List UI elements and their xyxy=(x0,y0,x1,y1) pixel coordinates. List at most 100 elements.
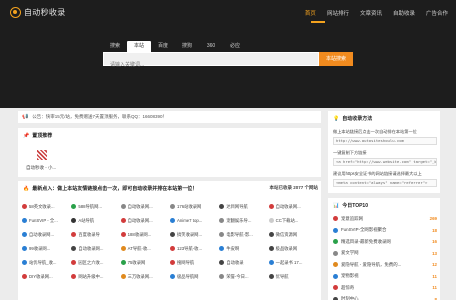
site-name: CC下载站... xyxy=(275,217,299,223)
site-name: FunSVIP - 全... xyxy=(29,217,58,223)
method-code-3[interactable]: <meta content="always" name="referrer"> xyxy=(333,179,437,187)
site-name: 75收录网 xyxy=(127,259,146,265)
site-list-item[interactable]: 园区之六收... xyxy=(71,257,120,268)
site-list-item[interactable]: 123导航-收... xyxy=(169,243,219,254)
site-favicon-icon xyxy=(333,262,338,268)
site-name: 三万收录网... xyxy=(127,273,153,279)
tab-baidu[interactable]: 百度 xyxy=(151,41,175,52)
site-name: 自动收录网... xyxy=(275,203,301,209)
site-list-item[interactable]: 百度收录导 xyxy=(71,229,120,240)
site-list-item[interactable]: 宠翻娱乐导... xyxy=(219,215,268,226)
top10-row[interactable]: 爱隐导航 - 爱隐导航，免费的... 12 xyxy=(333,259,437,271)
top10-row[interactable]: 精选目录-最新免费收录网 16 xyxy=(333,236,437,248)
site-grid: 58英文收录... 588导航网... 自动收录网... 176站收录网 达目网导航 自动… xyxy=(22,201,318,282)
notice-text: 公告：快审15元/站，免费赠送7天置顶服务，联系QQ：16608390！ xyxy=(32,114,168,119)
site-list-item[interactable]: 优导航 xyxy=(268,271,318,282)
site-list-item[interactable]: 自动收录网... xyxy=(120,215,170,226)
tab-360[interactable]: 360 xyxy=(199,41,223,52)
top10-site-name: FunSVIP-全网影视聚合 xyxy=(341,227,387,233)
method-code-1[interactable]: http://www.autositeshoulu.com xyxy=(333,137,437,145)
nav-home[interactable]: 首页 xyxy=(305,9,316,17)
method-step-2: 一键复制下方链接 xyxy=(333,150,367,155)
site-list-item[interactable]: 99收录网... xyxy=(22,243,71,254)
site-list-item[interactable]: 极品导航网 xyxy=(169,271,219,282)
site-name: 自动收录网... xyxy=(127,203,153,209)
method-code-2[interactable]: <a href="http://www.website.com" target=… xyxy=(333,158,437,166)
nav-ads[interactable]: 广告合作 xyxy=(426,9,448,17)
site-list-item[interactable]: 荣誉-今日... xyxy=(219,271,268,282)
site-favicon-icon xyxy=(71,218,77,223)
site-name: 百度收录导 xyxy=(78,231,100,237)
top10-row[interactable]: 爱文学网 13 xyxy=(333,248,437,260)
site-list-item[interactable]: 网站升级中... xyxy=(71,271,120,282)
search-input[interactable] xyxy=(104,59,318,71)
site-list-item[interactable]: 自动收录网... xyxy=(22,229,71,240)
site-name: 176站收录网 xyxy=(176,203,202,209)
nav-active-indicator xyxy=(311,21,325,23)
site-list-item[interactable]: 自动收录网... xyxy=(268,201,318,212)
site-list-item[interactable]: 搞笑收录网... xyxy=(169,229,219,240)
top10-row[interactable]: 宠物影视 11 xyxy=(333,271,437,283)
site-list-item[interactable]: 达目网导航 xyxy=(219,201,268,212)
site-favicon-icon xyxy=(169,246,175,251)
site-list-item[interactable]: CC下载站... xyxy=(268,215,318,226)
site-list-item[interactable]: 188收录网... xyxy=(120,229,170,240)
nav-submit[interactable]: 自助收录 xyxy=(393,9,415,17)
site-list-item[interactable]: 极品收录网 xyxy=(268,243,318,254)
site-list-item[interactable]: 三万收录网... xyxy=(120,271,170,282)
site-favicon-icon xyxy=(268,232,274,237)
site-favicon-icon xyxy=(120,260,126,265)
search-button[interactable]: 本站搜索 xyxy=(319,52,353,66)
site-name: 123导航-收... xyxy=(176,245,203,251)
site-favicon-icon xyxy=(219,232,225,237)
site-list-item[interactable]: 电影导航-影... xyxy=(219,229,268,240)
site-list-item[interactable]: 牛皮啊 xyxy=(219,243,268,254)
top10-row[interactable]: 时刻中心 8 xyxy=(333,294,437,300)
nav-articles[interactable]: 文章资讯 xyxy=(360,9,382,17)
site-list-item[interactable]: 588导航网... xyxy=(71,201,120,212)
pinned-site-thumbnail[interactable] xyxy=(37,150,47,160)
top10-row[interactable]: FunSVIP-全网影视聚合 18 xyxy=(333,225,437,237)
top10-row[interactable]: 超惊奇 11 xyxy=(333,282,437,294)
tab-site[interactable]: 本站 xyxy=(127,41,151,52)
site-list-item[interactable]: Anime7 top... xyxy=(169,215,219,226)
pinned-panel: 📌 置顶推荐 xyxy=(18,128,321,177)
tab-sogou[interactable]: 搜狗 xyxy=(175,41,199,52)
site-list-item[interactable]: 站优导航_收... xyxy=(22,257,71,268)
site-name: 站优导航_收... xyxy=(29,259,57,265)
site-list-item[interactable]: 176站收录网 xyxy=(169,201,219,212)
top10-title: 📊 今日TOP10 xyxy=(333,202,368,210)
top10-score: 11 xyxy=(432,273,437,279)
tab-bing[interactable]: 必应 xyxy=(223,41,247,52)
site-list-item[interactable]: FunSVIP - 全... xyxy=(22,215,71,226)
nav-ranking[interactable]: 网站排行 xyxy=(327,9,349,17)
site-name: 自动收录网... xyxy=(29,231,55,237)
top10-score: 13 xyxy=(432,250,437,256)
site-list-item[interactable]: 75收录网 xyxy=(120,257,170,268)
lightbulb-icon: 💡 xyxy=(333,115,340,122)
site-list-item[interactable]: A站导航 xyxy=(71,215,120,226)
tab-search[interactable]: 搜索 xyxy=(103,41,127,52)
site-favicon-icon xyxy=(71,246,77,251)
top10-score: 269 xyxy=(429,216,437,222)
site-logo[interactable]: 自动秒收录 xyxy=(10,7,66,18)
site-list-item[interactable]: 58英文收录... xyxy=(22,201,71,212)
site-name: 园区之六收... xyxy=(78,259,104,265)
site-name: 极品收录网 xyxy=(275,245,298,251)
site-list-item[interactable]: 自动收录网... xyxy=(71,243,120,254)
site-list-item[interactable]: 一起录书 17... xyxy=(268,257,318,268)
top10-row[interactable]: 宠意追踪网 269 xyxy=(333,213,437,225)
site-list-item[interactable]: 搜网导航 xyxy=(169,257,219,268)
search-box xyxy=(103,52,319,71)
site-list-item[interactable]: 自动收录 xyxy=(219,257,268,268)
top10-site-name: 宠意追踪网 xyxy=(341,215,363,221)
site-list-item[interactable]: 自动收录网... xyxy=(120,201,170,212)
site-favicon-icon xyxy=(219,246,225,251)
submit-method-panel: 💡 自动收录方法 做上本站链接后点击一次自动排在本站第一位 http://www… xyxy=(328,111,440,193)
pinned-site-label[interactable]: 自动秒收 - 小... xyxy=(26,165,56,171)
site-list-item[interactable]: 微信资源网 xyxy=(268,229,318,240)
logo-icon xyxy=(10,7,21,18)
site-favicon-icon xyxy=(120,218,126,223)
site-list-item[interactable]: DIY收录网... xyxy=(22,271,71,282)
site-list-item[interactable]: AT导航-收... xyxy=(120,243,170,254)
